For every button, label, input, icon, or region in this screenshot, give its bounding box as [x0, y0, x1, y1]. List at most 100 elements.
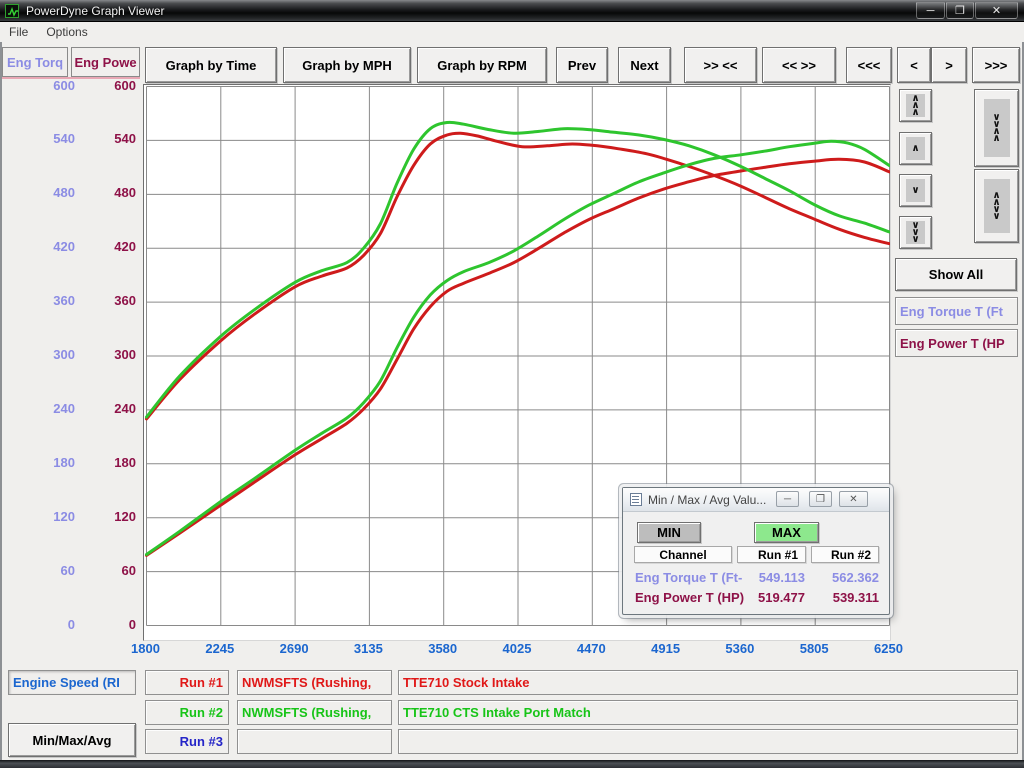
- channel-label-torque[interactable]: Eng Torque T (Ft: [895, 297, 1018, 325]
- dialog-col-header-channel[interactable]: Channel: [634, 546, 732, 563]
- menu-item-file[interactable]: File: [0, 23, 37, 41]
- y-tick-torque: 480: [5, 185, 75, 200]
- x-tick: 2690: [280, 641, 309, 656]
- window-edge-bottom: [0, 760, 1024, 768]
- y-tick-power: 420: [66, 239, 136, 254]
- toolbar-button-next[interactable]: Next: [618, 47, 671, 83]
- chevron-down-icon: ∨: [906, 179, 925, 202]
- x-tick: 5360: [725, 641, 754, 656]
- toolbar-button-graphbyrpm[interactable]: Graph by RPM: [417, 47, 547, 83]
- x-tick: 2245: [205, 641, 234, 656]
- y-tick-torque: 360: [5, 293, 75, 308]
- channel-label-power[interactable]: Eng Power T (HP: [895, 329, 1018, 357]
- chevron-triple-up-icon: ∧∧∧: [906, 94, 925, 117]
- run-label-3[interactable]: Run #3: [145, 729, 229, 754]
- window-title: PowerDyne Graph Viewer: [26, 4, 165, 18]
- x-tick: 5805: [800, 641, 829, 656]
- dialog-restore-button[interactable]: ❐: [809, 491, 832, 507]
- y-tick-power: 0: [66, 617, 136, 632]
- chevron-glyph: ∧: [911, 145, 919, 152]
- tab-eng-powe[interactable]: Eng Powe: [71, 47, 140, 77]
- y-tick-power: 480: [66, 185, 136, 200]
- y-tick-torque: 0: [5, 617, 75, 632]
- run-label-2[interactable]: Run #2: [145, 700, 229, 725]
- max-button[interactable]: MAX: [754, 522, 819, 543]
- show-all-button[interactable]: Show All: [895, 258, 1017, 291]
- chevrons-expand-icon: ∧∧∨∨: [984, 179, 1010, 233]
- dialog-row-channel: Eng Torque T (Ft-: [635, 570, 742, 585]
- y-tick-power: 300: [66, 347, 136, 362]
- chevron-up-icon: ∧: [906, 137, 925, 160]
- y-tick-power: 60: [66, 563, 136, 578]
- chevrons-collapse-icon: ∨∨∧∧: [984, 99, 1010, 157]
- x-tick: 1800: [131, 641, 160, 656]
- x-tick: 4915: [651, 641, 680, 656]
- toolbar-button-[interactable]: <: [897, 47, 931, 83]
- toolbar-button-prev[interactable]: Prev: [556, 47, 608, 83]
- toolbar-button-[interactable]: >> <<: [684, 47, 757, 83]
- run-file-2[interactable]: NWMSFTS (Rushing,: [237, 700, 392, 725]
- dialog-col-header-run2[interactable]: Run #2: [811, 546, 879, 563]
- dialog-row-run2-value: 539.311: [807, 590, 879, 605]
- dialog-row-run1-value: 549.113: [733, 570, 805, 585]
- minimize-button[interactable]: ─: [916, 2, 945, 19]
- y-tick-torque: 120: [5, 509, 75, 524]
- dialog-icon: [630, 493, 642, 506]
- dialog-minimize-button[interactable]: ─: [776, 491, 799, 507]
- close-button[interactable]: ✕: [975, 2, 1018, 19]
- x-axis-name-box[interactable]: Engine Speed (RI: [8, 670, 136, 695]
- toolbar-button-graphbymph[interactable]: Graph by MPH: [283, 47, 411, 83]
- toolbar-button-graphbytime[interactable]: Graph by Time: [145, 47, 277, 83]
- chevron-triple-up-button[interactable]: ∧∧∧: [899, 89, 932, 122]
- y-tick-power: 360: [66, 293, 136, 308]
- dialog-row-run1-value: 519.477: [733, 590, 805, 605]
- maximize-button[interactable]: ❐: [946, 2, 974, 19]
- run-file-1[interactable]: NWMSFTS (Rushing,: [237, 670, 392, 695]
- min-max-avg-button[interactable]: Min/Max/Avg: [8, 723, 136, 757]
- y-tick-torque: 600: [5, 78, 75, 93]
- window-edge-left: [0, 42, 2, 762]
- menubar: FileOptions: [0, 22, 1024, 42]
- dialog-title: Min / Max / Avg Valu...: [648, 493, 766, 507]
- x-tick: 4025: [503, 641, 532, 656]
- dialog-col-header-run1[interactable]: Run #1: [737, 546, 806, 563]
- y-tick-torque: 240: [5, 401, 75, 416]
- run-file-3[interactable]: [237, 729, 392, 754]
- minmax-dialog[interactable]: Min / Max / Avg Valu... ─ ❐ ✕ MIN MAX Ch…: [622, 487, 890, 615]
- toolbar-button-[interactable]: >>>: [972, 47, 1020, 83]
- chevron-up-button[interactable]: ∧: [899, 132, 932, 165]
- run-desc-2[interactable]: TTE710 CTS Intake Port Match: [398, 700, 1018, 725]
- dialog-close-button[interactable]: ✕: [839, 491, 868, 507]
- chevron-triple-down-icon: ∨∨∨: [906, 221, 925, 244]
- y-tick-torque: 420: [5, 239, 75, 254]
- y-tick-power: 120: [66, 509, 136, 524]
- y-tick-power: 180: [66, 455, 136, 470]
- y-tick-power: 240: [66, 401, 136, 416]
- toolbar-button-[interactable]: >: [931, 47, 967, 83]
- x-tick: 6250: [874, 641, 903, 656]
- chevron-glyph: ∧: [992, 135, 1000, 142]
- min-button[interactable]: MIN: [637, 522, 701, 543]
- menu-item-options[interactable]: Options: [37, 23, 96, 41]
- x-tick: 3135: [354, 641, 383, 656]
- y-tick-torque: 60: [5, 563, 75, 578]
- run-desc-3[interactable]: [398, 729, 1018, 754]
- toolbar-button-[interactable]: << >>: [762, 47, 836, 83]
- toolbar-button-[interactable]: <<<: [846, 47, 892, 83]
- x-tick: 3580: [428, 641, 457, 656]
- chevron-glyph: ∨: [911, 236, 919, 243]
- y-tick-power: 600: [66, 78, 136, 93]
- y-tick-torque: 180: [5, 455, 75, 470]
- chevrons-collapse-button[interactable]: ∨∨∧∧: [974, 89, 1019, 167]
- chevron-glyph: ∧: [911, 109, 919, 116]
- window-titlebar[interactable]: PowerDyne Graph Viewer ─ ❐ ✕: [0, 0, 1024, 22]
- run-label-1[interactable]: Run #1: [145, 670, 229, 695]
- tab-eng-torq[interactable]: Eng Torq: [2, 47, 68, 77]
- chevrons-expand-button[interactable]: ∧∧∨∨: [974, 169, 1019, 243]
- chevron-triple-down-button[interactable]: ∨∨∨: [899, 216, 932, 249]
- chevron-glyph: ∨: [911, 187, 919, 194]
- dialog-row-channel: Eng Power T (HP): [635, 590, 744, 605]
- run-desc-1[interactable]: TTE710 Stock Intake: [398, 670, 1018, 695]
- app-icon: [5, 4, 19, 18]
- chevron-down-button[interactable]: ∨: [899, 174, 932, 207]
